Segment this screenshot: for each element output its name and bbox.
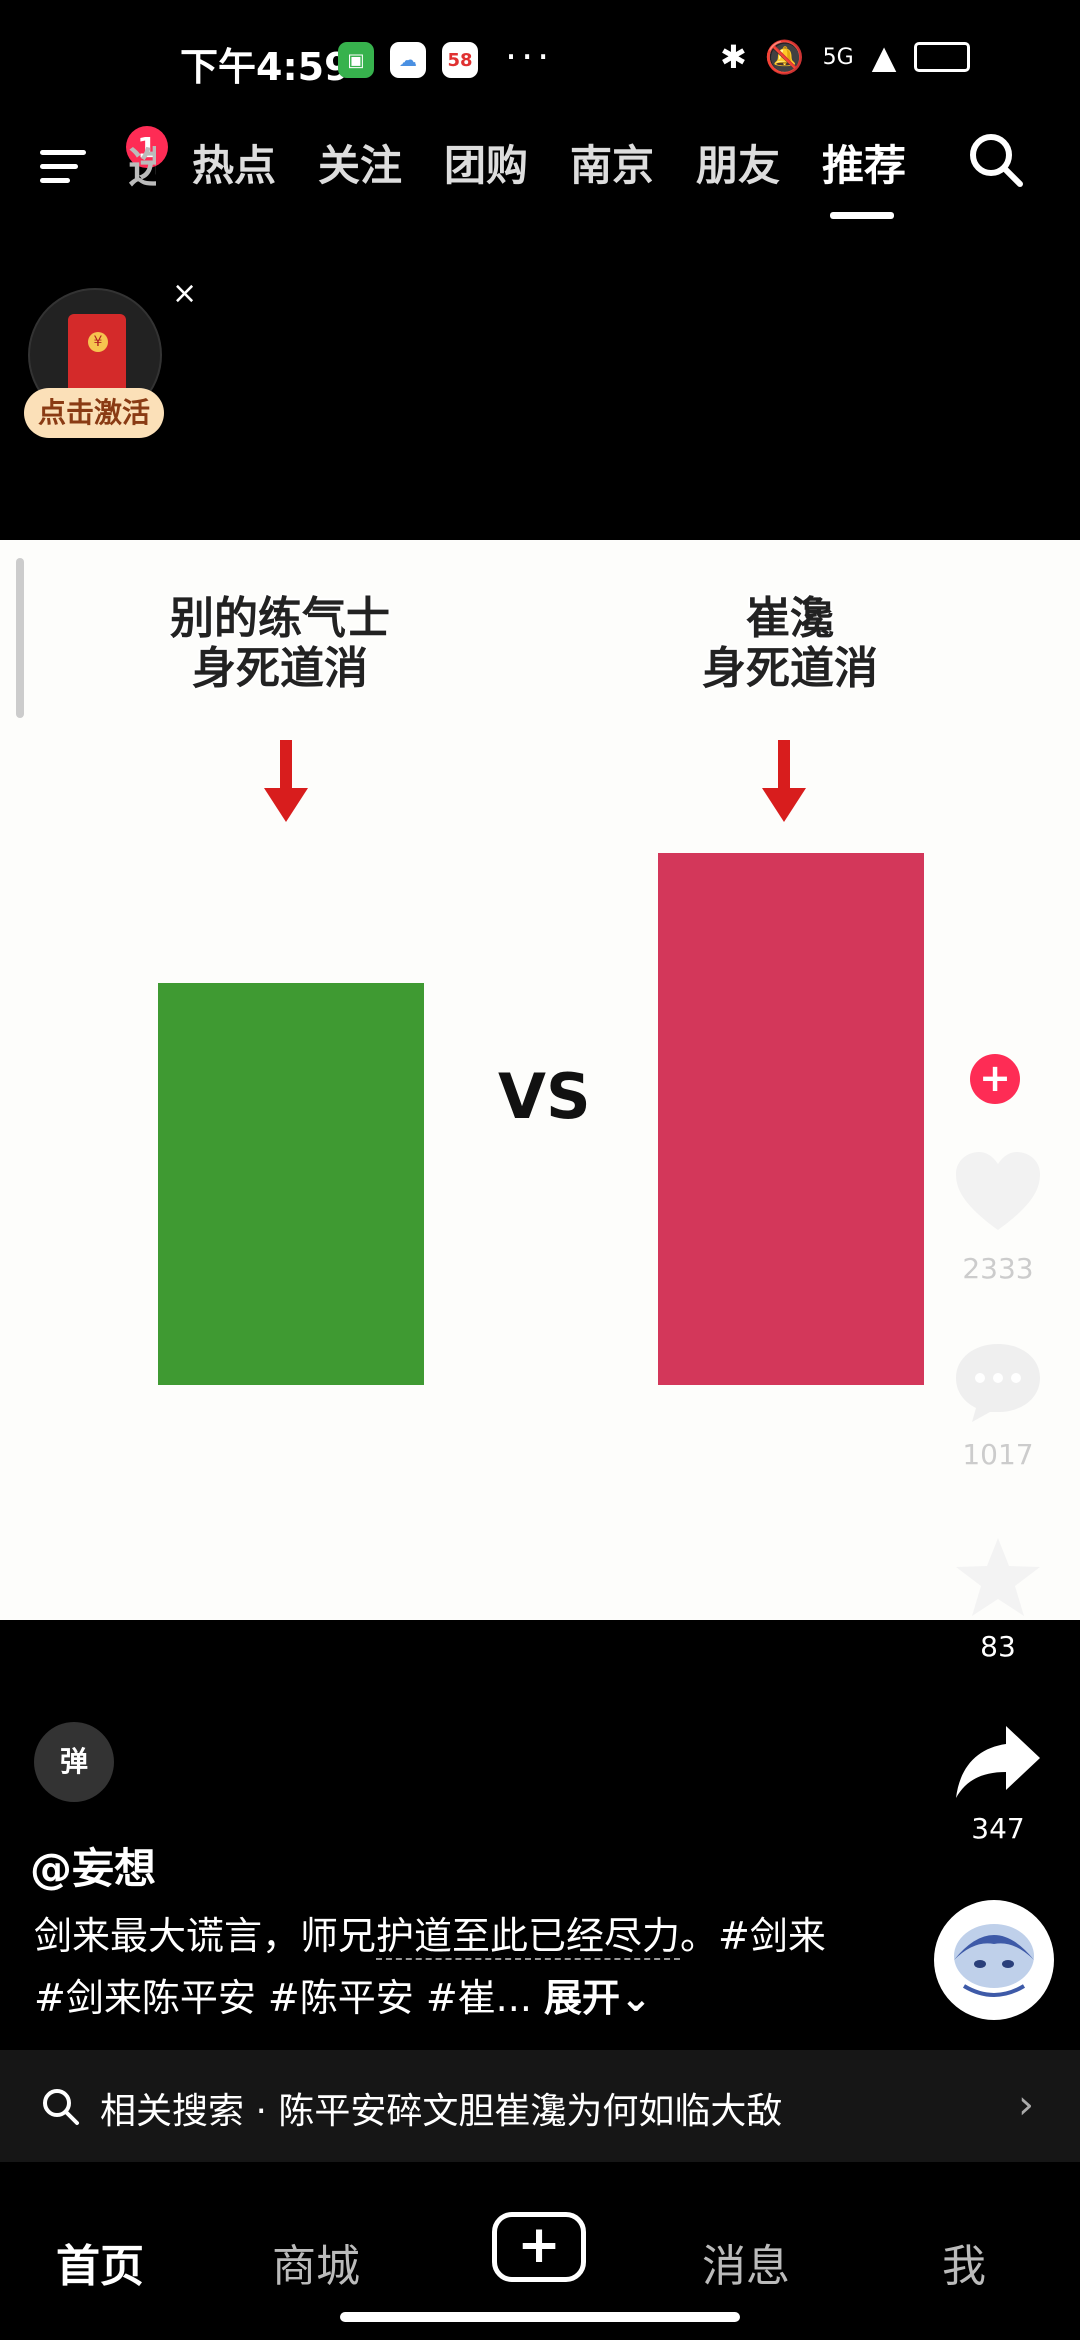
- caption-left-line-2: 身死道消: [192, 643, 368, 694]
- activate-label[interactable]: 点击激活: [24, 388, 164, 438]
- video-description: 剑来最大谎言，师兄护道至此已经尽力。#剑来 #剑来陈平安 #陈平安 #崔... …: [34, 1905, 834, 2029]
- share-count: 347: [971, 1812, 1025, 1845]
- related-search-icon: [43, 2089, 79, 2125]
- caption-left-line-1: 别的练气士: [170, 593, 390, 644]
- anime-avatar-icon: [936, 1902, 1052, 2018]
- mute-bell-icon: 🔕: [764, 38, 805, 76]
- search-button[interactable]: [964, 128, 1028, 192]
- home-indicator: [340, 2312, 740, 2322]
- 58-app-icon: 58: [442, 42, 478, 78]
- favorite-star-icon[interactable]: [952, 1534, 1044, 1620]
- bluetooth-icon: ✱: [720, 38, 747, 76]
- search-icon: [970, 134, 1023, 187]
- video-player[interactable]: 别的练气士 身死道消 崔瀺 身死道消 VS: [0, 540, 1080, 1620]
- red-packet-widget[interactable]: 点击激活 ×: [24, 276, 197, 448]
- cloud-icon: ☁: [390, 42, 426, 78]
- tab-nanjing[interactable]: 南京: [570, 132, 696, 193]
- tab-hot[interactable]: 热点: [192, 132, 318, 193]
- related-search-bar[interactable]: 相关搜索 · 陈平安碎文胆崔瀺为何如临大敌 ›: [0, 2050, 1080, 2162]
- caption-left: 别的练气士 身死道消: [150, 594, 410, 694]
- network-label: 5G: [822, 44, 854, 70]
- vs-label: VS: [498, 1060, 591, 1133]
- red-bar: [658, 853, 924, 1385]
- close-icon[interactable]: ×: [172, 276, 197, 311]
- description-link[interactable]: 护道至此已经尽力: [376, 1914, 681, 1960]
- tab-group-buy[interactable]: 团购: [444, 132, 570, 193]
- caption-right: 崔瀺 身死道消: [680, 594, 900, 694]
- caption-right-line-2: 身死道消: [702, 643, 878, 694]
- green-bar: [158, 983, 424, 1385]
- tab-friends[interactable]: 朋友: [696, 132, 822, 193]
- video-scroll-indicator: [16, 558, 24, 718]
- follow-button[interactable]: +: [970, 1054, 1020, 1104]
- bottom-nav-bar: 首页 商城 + 消息 我: [0, 2162, 1080, 2340]
- nav-home[interactable]: 首页: [56, 2230, 144, 2294]
- danmaku-button[interactable]: 弹: [34, 1722, 114, 1802]
- favorite-count: 83: [980, 1630, 1016, 1663]
- status-right-icons: ✱ 🔕 5G ▲: [720, 38, 971, 76]
- tab-partial[interactable]: 选: [128, 134, 156, 195]
- nav-me[interactable]: 我: [942, 2230, 986, 2294]
- down-arrow-left: [264, 740, 308, 822]
- tab-following[interactable]: 关注: [318, 132, 444, 193]
- comment-icon[interactable]: [952, 1340, 1044, 1424]
- like-icon[interactable]: [952, 1150, 1044, 1234]
- expand-button[interactable]: 展开⌄: [544, 1976, 652, 2020]
- status-bar: 下午4:59 ▣ ☁ 58 ··· ✱ 🔕 5G ▲: [0, 0, 1080, 120]
- caption-right-line-1: 崔瀺: [746, 593, 834, 644]
- status-time: 下午4:59: [180, 45, 351, 89]
- menu-icon[interactable]: 1: [40, 126, 168, 192]
- description-prefix: 剑来最大谎言，师兄: [34, 1914, 377, 1958]
- nav-messages[interactable]: 消息: [702, 2230, 790, 2294]
- related-search-text[interactable]: 相关搜索 · 陈平安碎文胆崔瀺为何如临大敌: [100, 2082, 782, 2134]
- more-notifications-icon: ···: [505, 35, 554, 79]
- create-post-button[interactable]: +: [492, 2212, 586, 2282]
- battery-icon: [914, 42, 971, 72]
- down-arrow-right: [762, 740, 806, 822]
- like-count: 2333: [962, 1252, 1034, 1285]
- red-envelope-icon: [68, 314, 126, 394]
- android-icon: ▣: [338, 42, 374, 78]
- music-disc-avatar[interactable]: [934, 1900, 1054, 2020]
- signal-icon: ▲: [871, 38, 897, 76]
- tab-list: 热点 关注 团购 南京 朋友 推荐: [192, 132, 948, 219]
- share-icon[interactable]: [952, 1722, 1044, 1802]
- chevron-right-icon[interactable]: ›: [1018, 2082, 1034, 2128]
- status-app-icons: ▣ ☁ 58: [338, 42, 478, 78]
- username[interactable]: @妄想: [30, 1835, 156, 1896]
- top-tab-bar: 1 选 热点 关注 团购 南京 朋友 推荐: [0, 120, 1080, 230]
- app-screen: 下午4:59 ▣ ☁ 58 ··· ✱ 🔕 5G ▲ 1 选 热点 关注 团购 …: [0, 0, 1080, 2340]
- nav-mall[interactable]: 商城: [272, 2230, 360, 2294]
- tab-recommended[interactable]: 推荐: [822, 132, 948, 219]
- comment-count: 1017: [962, 1438, 1034, 1471]
